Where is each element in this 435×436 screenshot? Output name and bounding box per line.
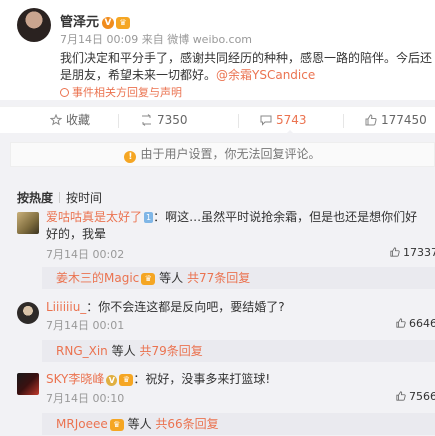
- divider: [59, 192, 61, 203]
- vip-icon: ♛: [119, 373, 134, 386]
- reply-user[interactable]: MRJoeee: [56, 417, 108, 431]
- comment-like-count: 6646: [409, 317, 435, 330]
- commenter-name[interactable]: Liiiiiiu_: [46, 300, 86, 314]
- comment-like-button[interactable]: 17337: [390, 246, 435, 259]
- author-name[interactable]: 管泽元: [60, 15, 99, 30]
- level-badge: 1: [144, 212, 154, 223]
- repost-count: 7350: [157, 113, 188, 127]
- sort-by-time[interactable]: 按时间: [66, 191, 102, 205]
- post-date[interactable]: 7月14日: [60, 33, 103, 46]
- thumbs-up-icon: [365, 114, 377, 126]
- divider: [238, 114, 239, 128]
- event-link-label[interactable]: 事件相关方回复与声明: [72, 86, 182, 99]
- favorite-label: 收藏: [66, 113, 91, 127]
- notice-area: ! 由于用户设置，你无法回复评论。: [0, 134, 435, 174]
- divider: [118, 114, 119, 128]
- like-button[interactable]: 177450: [343, 107, 427, 134]
- post-source: 00:09 来自 微博 weibo.com: [106, 33, 253, 46]
- notice-text: 由于用户设置，你无法回复评论。: [140, 147, 321, 161]
- info-icon: !: [124, 151, 137, 163]
- reply-user[interactable]: RNG_Xin: [56, 344, 108, 358]
- reply-count-link[interactable]: 共77条回复: [187, 271, 250, 285]
- comment-text: ：你不会连这都是反向吧，要结婚了?: [86, 300, 285, 314]
- verified-icon: V: [102, 16, 115, 29]
- vip-icon: ♛: [116, 16, 131, 29]
- post-action-bar: 收藏 7350 5743 177450: [0, 106, 435, 133]
- commenter-name[interactable]: 爱咕咕真是太好了: [46, 210, 142, 224]
- comment-like-button[interactable]: 6646: [396, 317, 435, 330]
- reply-suffix: 等人: [111, 344, 136, 358]
- comment-time: 7月14日 00:02: [46, 248, 125, 261]
- commenter-name[interactable]: SKY李晓峰: [46, 372, 104, 386]
- thumbs-up-icon: [396, 391, 406, 401]
- reply-user[interactable]: 姜木三的Magic: [56, 271, 139, 285]
- content-line-1: 我们决定和平分手了，感谢共同经历的种种，感恩一路的陪伴。今后还: [60, 51, 433, 65]
- reply-suffix: 等人: [159, 271, 184, 285]
- sort-by-hot[interactable]: 按热度: [17, 191, 53, 205]
- avatar[interactable]: [17, 373, 39, 395]
- verified-icon: V: [106, 375, 118, 386]
- repost-button[interactable]: 7350: [118, 107, 188, 134]
- thumbs-up-icon: [396, 318, 406, 328]
- comment-like-count: 7566: [409, 390, 435, 403]
- post-author[interactable]: 管泽元 V ♛: [60, 11, 131, 30]
- comment-text: ：啊这…虽然平时说抢余霜，但是也还是想你们好: [153, 210, 418, 224]
- event-statement-link[interactable]: 事件相关方回复与声明: [60, 84, 182, 100]
- comment-icon: [260, 115, 272, 126]
- avatar[interactable]: [17, 212, 39, 234]
- post-content: 我们决定和平分手了，感谢共同经历的种种，感恩一路的陪伴。今后还 是朋友，希望未来…: [60, 50, 432, 84]
- comment-row: 爱咕咕真是太好了 1 ：啊这…虽然平时说抢余霜，但是也还是想你们好: [46, 209, 417, 226]
- content-line-2-text: 是朋友，希望未来一切都好。: [60, 68, 217, 82]
- comment-time: 7月14日 00:01: [46, 319, 125, 332]
- content-line-2: 是朋友，希望未来一切都好。@余霜YSCandice: [60, 67, 432, 84]
- comment-row: Liiiiiiu_：你不会连这都是反向吧，要结婚了?: [46, 299, 285, 316]
- divider: [343, 114, 344, 128]
- weibo-post: 管泽元 V ♛ 7月14日 00:09 来自 微博 weibo.com 我们决定和平…: [0, 0, 435, 100]
- comment-text-continued: 好的，我晕: [46, 227, 107, 241]
- star-icon: [49, 113, 63, 126]
- repost-icon: [142, 114, 151, 126]
- reply-count-link[interactable]: 共66条回复: [155, 417, 218, 431]
- comment-button[interactable]: 5743: [238, 107, 307, 134]
- comment-time: 7月14日 00:10: [46, 392, 125, 405]
- comment-row: SKY李晓峰 V ♛ ：祝好，没事多来打篮球!: [46, 371, 270, 388]
- comment-text: ：祝好，没事多来打篮球!: [133, 372, 271, 386]
- post-meta: 7月14日 00:09 来自 微博 weibo.com: [60, 31, 252, 47]
- mention-link[interactable]: @余霜YSCandice: [216, 68, 315, 82]
- avatar[interactable]: [17, 8, 51, 42]
- vip-icon: ♛: [141, 272, 156, 285]
- like-count: 177450: [381, 113, 427, 127]
- comment-like-count: 17337: [403, 246, 435, 259]
- comment-count: 5743: [276, 113, 307, 127]
- vip-icon: ♛: [109, 418, 124, 431]
- comment-like-button[interactable]: 7566: [396, 390, 435, 403]
- comment-section: 按热度 按时间 爱咕咕真是太好了 1 ：啊这…虽然平时说抢余霜，但是也还是想你们好 好…: [0, 174, 435, 436]
- reply-summary[interactable]: MRJoeee ♛ 等人 共66条回复: [42, 413, 435, 435]
- thumbs-up-icon: [390, 247, 400, 257]
- reply-count-link[interactable]: 共79条回复: [139, 344, 202, 358]
- avatar[interactable]: [17, 302, 39, 324]
- comment-sort-bar: 按热度 按时间: [17, 189, 102, 206]
- reply-suffix: 等人: [127, 417, 152, 431]
- favorite-button[interactable]: 收藏: [49, 107, 91, 134]
- event-icon: [60, 88, 69, 97]
- reply-disabled-notice: ! 由于用户设置，你无法回复评论。: [10, 142, 435, 167]
- reply-summary[interactable]: 姜木三的Magic ♛ 等人 共77条回复: [42, 267, 435, 289]
- reply-summary[interactable]: RNG_Xin 等人 共79条回复: [42, 340, 435, 362]
